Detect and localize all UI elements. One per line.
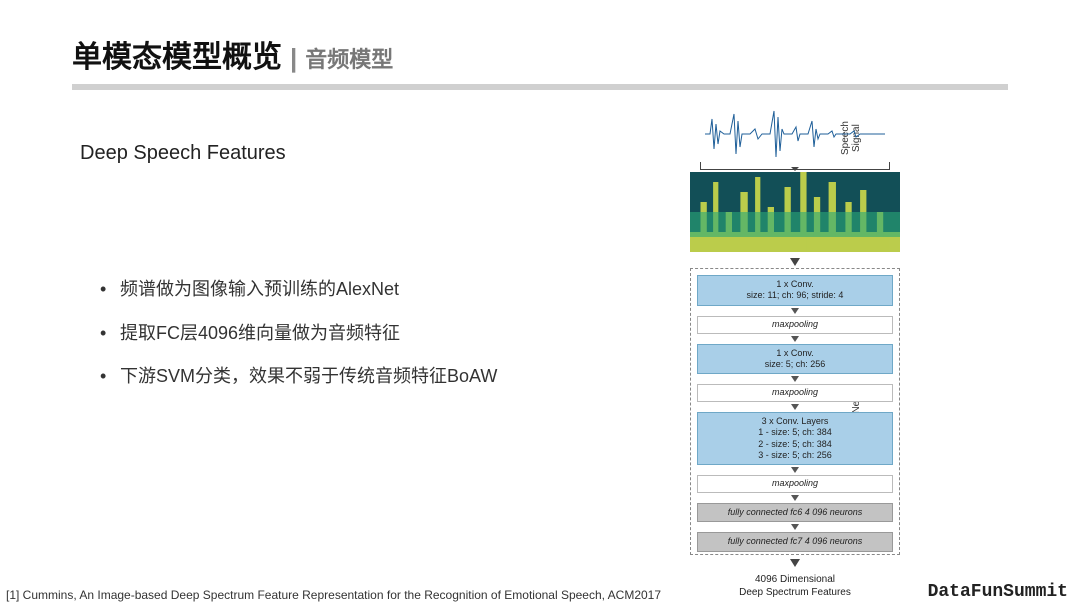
- alexnet-box: 1 x Conv. size: 11; ch: 96; stride: 4 ma…: [690, 268, 900, 555]
- layer-title: fully connected fc6 4 096 neurons: [728, 507, 863, 517]
- layer-detail: 2 - size: 5; ch: 384: [702, 439, 888, 450]
- layer-detail: 1 - size: 5; ch: 384: [702, 427, 888, 438]
- layer-fc6: fully connected fc6 4 096 neurons: [697, 503, 893, 522]
- layer-title: maxpooling: [772, 319, 818, 330]
- title-sub: 音频模型: [305, 42, 393, 74]
- title-main: 单模态模型概览: [72, 32, 282, 76]
- arrow-down-icon: [697, 306, 893, 316]
- layer-title: maxpooling: [772, 387, 818, 398]
- layer-conv3: 3 x Conv. Layers 1 - size: 5; ch: 384 2 …: [697, 412, 893, 465]
- waveform-icon: [690, 106, 900, 162]
- bullet-item: 提取FC层4096维向量做为音频特征: [100, 314, 540, 354]
- bullet-list: 频谱做为图像输入预训练的AlexNet 提取FC层4096维向量做为音频特征 下…: [100, 270, 540, 401]
- layer-fc7: fully connected fc7 4 096 neurons: [697, 532, 893, 551]
- bullet-item: 下游SVM分类，效果不弱于传统音频特征BoAW: [100, 357, 540, 397]
- title-separator: |: [290, 43, 297, 74]
- bracket-icon: [700, 162, 890, 170]
- output-line2: Deep Spectrum Features: [690, 586, 900, 599]
- output-label: 4096 Dimensional Deep Spectrum Features: [690, 573, 900, 599]
- layer-title: 1 x Conv.: [702, 279, 888, 290]
- layer-detail: size: 5; ch: 256: [702, 359, 888, 370]
- output-line1: 4096 Dimensional: [690, 573, 900, 586]
- title-row: 单模态模型概览 | 音频模型: [72, 32, 1008, 76]
- brand-logo: DataFunSummit: [928, 582, 1068, 602]
- title-underline: [72, 84, 1008, 90]
- arrow-down-icon: [697, 374, 893, 384]
- arrow-down-icon: [697, 402, 893, 412]
- arrow-down-icon: [690, 254, 900, 268]
- slide: 单模态模型概览 | 音频模型 Deep Speech Features 频谱做为…: [0, 0, 1080, 608]
- layer-title: fully connected fc7 4 096 neurons: [728, 536, 863, 546]
- layer-title: maxpooling: [772, 478, 818, 489]
- arrow-down-icon: [690, 555, 900, 569]
- layer-conv1: 1 x Conv. size: 11; ch: 96; stride: 4: [697, 275, 893, 306]
- spectrogram-image: [690, 172, 900, 252]
- section-subtitle: Deep Speech Features: [80, 142, 286, 165]
- arrow-down-icon: [697, 465, 893, 475]
- layer-maxpool1: maxpooling: [697, 316, 893, 334]
- layer-detail: 3 - size: 5; ch: 256: [702, 450, 888, 461]
- arrow-down-icon: [697, 522, 893, 532]
- layer-title: 1 x Conv.: [702, 348, 888, 359]
- layer-maxpool3: maxpooling: [697, 475, 893, 493]
- architecture-diagram: 1 x Conv. size: 11; ch: 96; stride: 4 ma…: [690, 106, 900, 599]
- citation-text: [1] Cummins, An Image-based Deep Spectru…: [6, 588, 661, 602]
- layer-maxpool2: maxpooling: [697, 384, 893, 402]
- layer-title: 3 x Conv. Layers: [702, 416, 888, 427]
- arrow-down-icon: [697, 493, 893, 503]
- layer-conv2: 1 x Conv. size: 5; ch: 256: [697, 344, 893, 375]
- layer-detail: size: 11; ch: 96; stride: 4: [702, 290, 888, 301]
- arrow-down-icon: [697, 334, 893, 344]
- bullet-item: 频谱做为图像输入预训练的AlexNet: [100, 270, 540, 310]
